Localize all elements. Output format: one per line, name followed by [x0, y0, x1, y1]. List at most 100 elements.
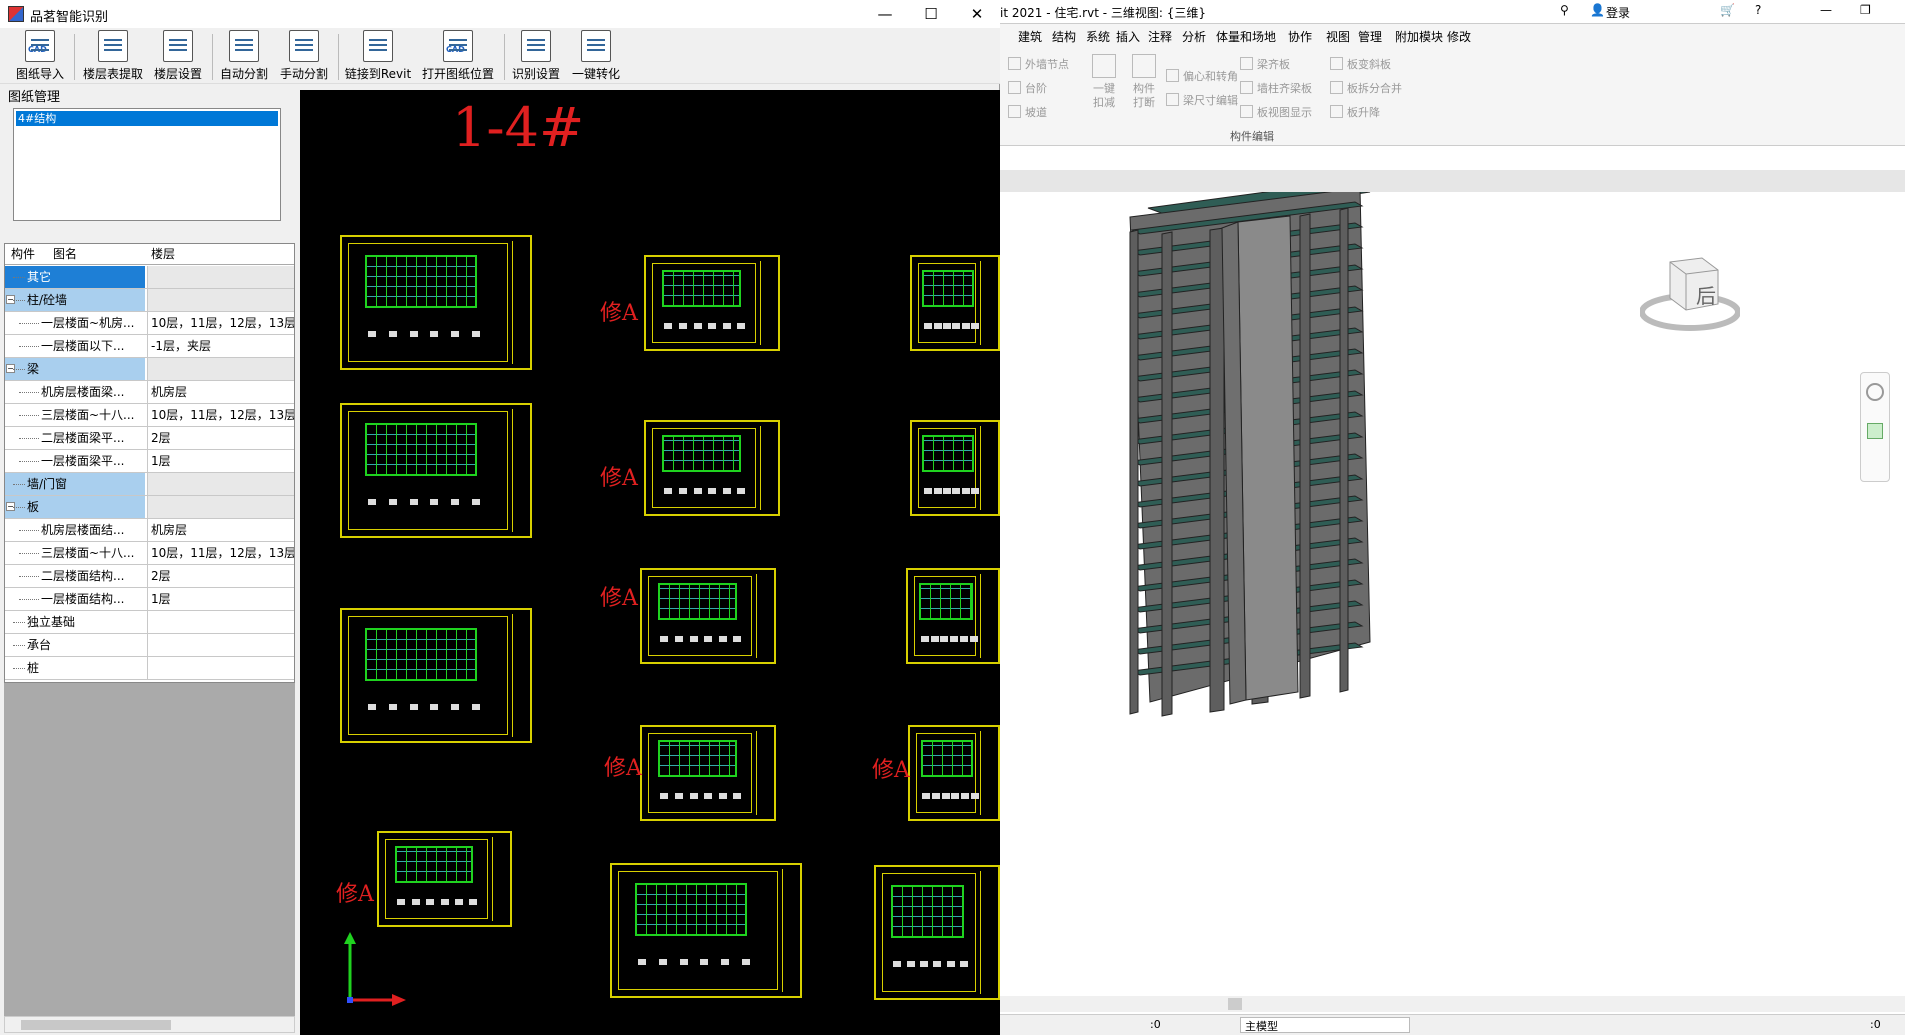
menu-tab[interactable]: 视图 — [1326, 28, 1350, 45]
row-floor[interactable]: 2层 — [147, 565, 294, 587]
table-row[interactable]: 机房层楼面结... 机房层 — [5, 519, 294, 542]
table-row[interactable]: 一层楼面~机房... 10层，11层，12层，13层，... — [5, 312, 294, 335]
row-floor[interactable]: 1层 — [147, 450, 294, 472]
floor-table-extract-button[interactable]: 楼层表提取 — [78, 30, 148, 82]
menu-tab[interactable]: 结构 — [1052, 28, 1076, 45]
cad-drawing-canvas[interactable]: 1-4# 修A 修A 修A 修A 修A 修A — [300, 90, 1000, 1035]
ribbon-slab-split[interactable]: 板拆分合并 — [1330, 80, 1402, 96]
navigation-bar[interactable] — [1860, 372, 1890, 482]
link-to-revit-button[interactable]: 链接到Revit — [342, 30, 414, 82]
maximize-button[interactable]: ☐ — [908, 0, 954, 28]
drawing-sheet[interactable] — [377, 831, 512, 927]
row-floor[interactable] — [147, 611, 294, 633]
viewcube[interactable]: 后 — [1640, 252, 1740, 342]
table-row[interactable]: − 柱/砼墙 — [5, 289, 294, 312]
minimize-button[interactable]: — — [862, 0, 908, 28]
tree-horizontal-scrollbar[interactable] — [4, 1016, 295, 1033]
login-link[interactable]: 登录 — [1606, 4, 1630, 21]
ribbon-break-button[interactable]: 构件打断 — [1126, 54, 1162, 110]
drawing-sheet[interactable] — [340, 235, 532, 370]
menu-tab[interactable]: 协作 — [1288, 28, 1312, 45]
table-row[interactable]: 一层楼面梁平... 1层 — [5, 450, 294, 473]
ribbon-steps[interactable]: 台阶 — [1008, 80, 1047, 96]
ribbon-beam-size[interactable]: 梁尺寸编辑 — [1166, 92, 1238, 108]
component-tree-table[interactable]: 构件 图名 楼层 其它 − 柱/砼墙 一层楼面~机房... 10层，11层，12层，13… — [4, 243, 295, 683]
menu-tab[interactable]: 插入 — [1116, 28, 1140, 45]
table-row[interactable]: 二层楼面梁平... 2层 — [5, 427, 294, 450]
table-row[interactable]: 一层楼面以下... -1层，夹层 — [5, 335, 294, 358]
row-floor[interactable]: 机房层 — [147, 519, 294, 541]
ribbon-slab-elevation[interactable]: 板升降 — [1330, 104, 1380, 120]
table-row[interactable]: − 梁 — [5, 358, 294, 381]
row-floor[interactable] — [147, 473, 294, 495]
row-floor[interactable]: 10层，11层，12层，13层，... — [147, 404, 294, 426]
steering-wheel-icon[interactable] — [1866, 383, 1884, 401]
row-floor[interactable] — [147, 289, 294, 311]
table-row[interactable]: 其它 — [5, 266, 294, 289]
ribbon-slab-view[interactable]: 板视图显示 — [1240, 104, 1312, 120]
drawing-sheet[interactable] — [610, 863, 802, 998]
drawing-sheet[interactable] — [910, 420, 1000, 516]
drawing-sheet[interactable] — [874, 865, 1000, 1000]
ribbon-wall-column[interactable]: 墙柱齐梁板 — [1240, 80, 1312, 96]
row-floor[interactable]: 10层，11层，12层，13层，... — [147, 312, 294, 334]
ribbon-exterior-node[interactable]: 外墙节点 — [1008, 56, 1069, 72]
row-floor[interactable]: 1层 — [147, 588, 294, 610]
open-drawing-location-button[interactable]: CAD 打开图纸位置 — [418, 30, 498, 82]
drawing-sheet[interactable] — [340, 608, 532, 743]
one-click-convert-button[interactable]: 一键转化 — [568, 30, 624, 82]
manual-split-button[interactable]: 手动分割 — [276, 30, 332, 82]
row-floor[interactable]: 2层 — [147, 427, 294, 449]
ribbon-eccentric[interactable]: 偏心和转角 — [1166, 68, 1238, 84]
row-floor[interactable] — [147, 634, 294, 656]
drawing-sheet[interactable] — [640, 568, 776, 664]
drawing-list-item[interactable]: 4#结构 — [16, 111, 278, 126]
view-horizontal-scrollbar[interactable] — [1000, 996, 1905, 1012]
table-row[interactable]: 桩 — [5, 657, 294, 680]
menu-tab[interactable]: 体量和场地 — [1216, 28, 1276, 45]
drawing-sheet[interactable] — [644, 255, 780, 351]
table-row[interactable]: 墙/门窗 — [5, 473, 294, 496]
menu-tab[interactable]: 系统 — [1086, 28, 1110, 45]
row-floor[interactable] — [147, 657, 294, 679]
row-floor[interactable] — [147, 358, 294, 380]
close-button[interactable]: ✕ — [954, 0, 1000, 28]
row-floor[interactable]: 10层，11层，12层，13层，... — [147, 542, 294, 564]
table-row[interactable]: 三层楼面~十八... 10层，11层，12层，13层，... — [5, 404, 294, 427]
table-row[interactable]: − 板 — [5, 496, 294, 519]
auto-split-button[interactable]: 自动分割 — [216, 30, 272, 82]
table-row[interactable]: 机房层楼面梁... 机房层 — [5, 381, 294, 404]
cart-icon[interactable]: 🛒 — [1720, 3, 1735, 17]
table-row[interactable]: 承台 — [5, 634, 294, 657]
menu-tab[interactable]: 修改 — [1447, 28, 1471, 45]
import-drawing-button[interactable]: CAD 图纸导入 — [12, 30, 68, 82]
table-row[interactable]: 独立基础 — [5, 611, 294, 634]
drawing-sheet[interactable] — [910, 255, 1000, 351]
table-row[interactable]: 三层楼面~十八... 10层，11层，12层，13层，... — [5, 542, 294, 565]
ribbon-beam-slab[interactable]: 梁齐板 — [1240, 56, 1290, 72]
help-icon[interactable]: ? — [1755, 3, 1761, 17]
floor-settings-button[interactable]: 楼层设置 — [150, 30, 206, 82]
table-row[interactable]: 一层楼面结构... 1层 — [5, 588, 294, 611]
revit-3d-view[interactable]: 后 — [1000, 192, 1905, 992]
model-select[interactable]: 主模型 — [1240, 1017, 1410, 1033]
drawing-sheet[interactable] — [908, 725, 1000, 821]
row-floor[interactable] — [147, 266, 294, 288]
minimize-icon[interactable]: — — [1820, 3, 1832, 17]
row-floor[interactable]: -1层，夹层 — [147, 335, 294, 357]
table-row[interactable]: 二层楼面结构... 2层 — [5, 565, 294, 588]
zoom-icon[interactable] — [1867, 423, 1883, 439]
menu-tab[interactable]: 注释 — [1148, 28, 1172, 45]
ribbon-deduct-button[interactable]: 一键扣减 — [1086, 54, 1122, 110]
drawing-sheet[interactable] — [644, 420, 780, 516]
row-floor[interactable] — [147, 496, 294, 518]
ribbon-ramp[interactable]: 坡道 — [1008, 104, 1047, 120]
restore-icon[interactable]: ❐ — [1860, 3, 1871, 17]
binoculars-icon[interactable]: ⚲ — [1560, 3, 1569, 17]
recognition-settings-button[interactable]: 识别设置 — [508, 30, 564, 82]
drawing-list[interactable]: 4#结构 — [13, 108, 281, 221]
menu-tab[interactable]: 建筑 — [1018, 28, 1042, 45]
menu-tab[interactable]: 管理 — [1358, 28, 1382, 45]
ribbon-slab-slope[interactable]: 板变斜板 — [1330, 56, 1391, 72]
menu-tab[interactable]: 分析 — [1182, 28, 1206, 45]
